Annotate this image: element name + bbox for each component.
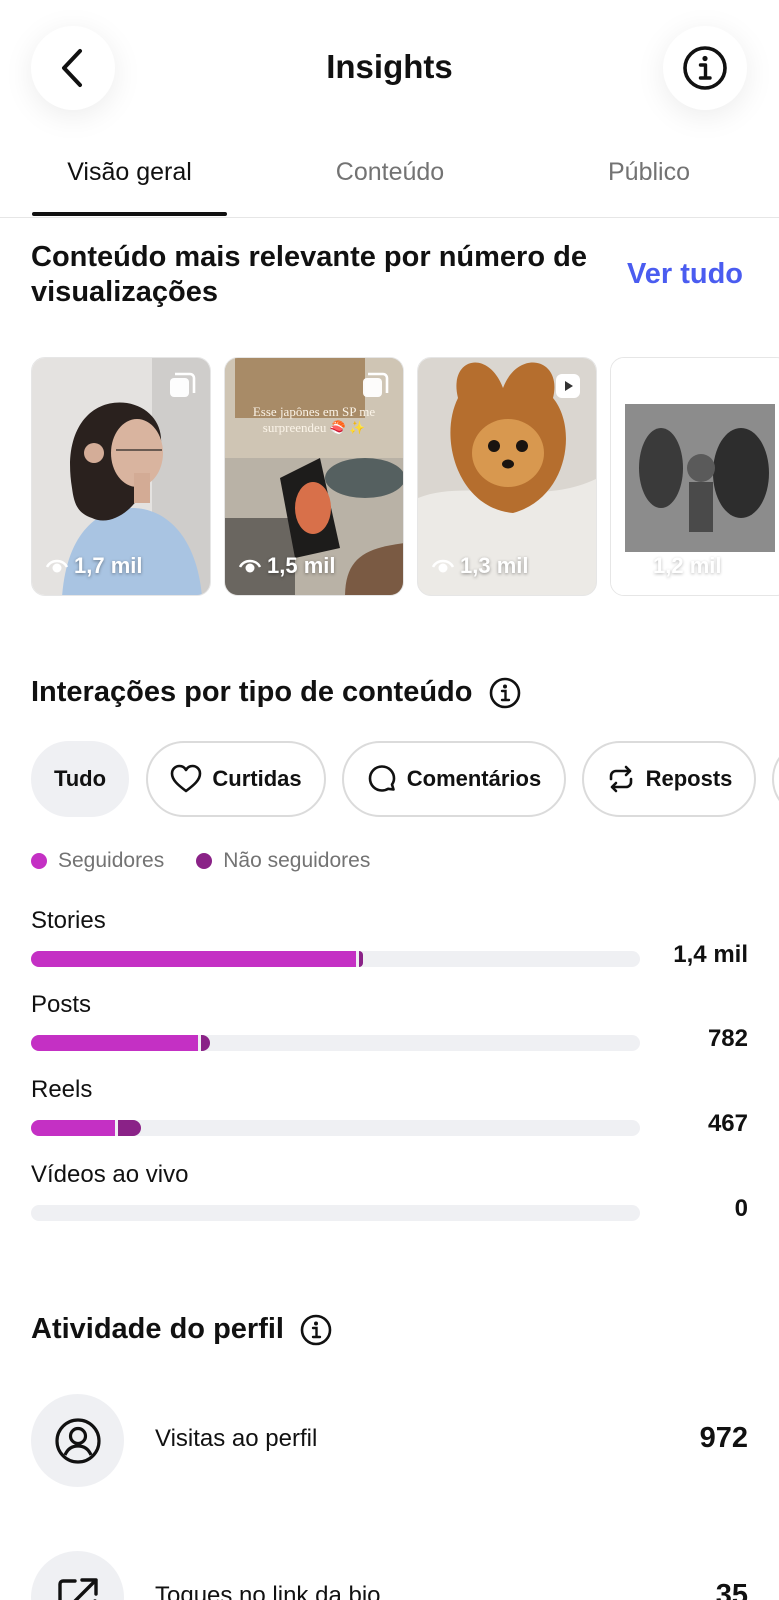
view-count: 1,2 mil — [625, 553, 721, 579]
activity-value: 972 — [699, 1422, 748, 1454]
interaction-row-reels: Reels 467 — [31, 1076, 748, 1156]
eye-icon — [625, 559, 647, 573]
profile-icon — [54, 1417, 101, 1464]
interactions-title: Interações por tipo de conteúdo — [31, 676, 521, 709]
eye-icon — [432, 559, 454, 573]
row-label: Stories — [31, 907, 106, 934]
filter-chip-likes[interactable]: Curtidas — [146, 741, 326, 817]
interaction-filters: Tudo Curtidas Comentários Reposts — [31, 741, 779, 819]
active-tab-indicator — [32, 212, 227, 216]
info-button[interactable] — [663, 26, 747, 110]
legend-item-followers: Seguidores — [31, 849, 164, 873]
bar-non-followers — [359, 951, 363, 967]
view-count: 1,3 mil — [432, 553, 528, 579]
filter-chip-reposts[interactable]: Reposts — [582, 741, 756, 817]
reel-icon — [556, 374, 580, 398]
row-label: Posts — [31, 991, 92, 1018]
heart-icon — [171, 764, 202, 793]
bar-track — [31, 1035, 640, 1051]
bar-track — [31, 1205, 640, 1221]
tab-overview[interactable]: Visão geral — [32, 158, 227, 187]
activity-row-profile-visits[interactable]: Visitas ao perfil 972 — [31, 1394, 748, 1488]
row-label: Vídeos ao vivo — [31, 1161, 189, 1188]
info-icon[interactable] — [300, 1314, 332, 1346]
row-value: 467 — [707, 1110, 748, 1137]
interaction-row-live: Vídeos ao vivo 0 — [31, 1161, 748, 1241]
activity-label: Toques no link da bio — [155, 1582, 381, 1600]
carousel-icon — [363, 372, 389, 397]
content-thumbnail[interactable]: Esse japônes em SP me surpreendeu 🍣 ✨ 1,… — [224, 357, 404, 596]
tab-bar: Visão geral Conteúdo Público — [0, 150, 779, 218]
row-label: Reels — [31, 1076, 93, 1103]
activity-row-bio-link-taps[interactable]: Toques no link da bio 35 — [31, 1551, 748, 1600]
bar-followers — [31, 951, 356, 967]
bar-non-followers — [118, 1120, 141, 1136]
comment-icon — [368, 765, 396, 792]
interaction-row-posts: Posts 782 — [31, 991, 748, 1071]
row-value: 0 — [734, 1195, 748, 1222]
view-count: 1,5 mil — [239, 553, 335, 579]
activity-icon-badge — [31, 1551, 124, 1600]
info-icon — [683, 46, 727, 90]
chart-legend: Seguidores Não seguidores — [31, 849, 402, 873]
view-count: 1,7 mil — [46, 553, 142, 579]
profile-activity-title: Atividade do perfil — [31, 1313, 332, 1346]
bar-followers — [31, 1120, 115, 1136]
filter-chip-more[interactable] — [772, 741, 779, 817]
info-icon[interactable] — [489, 677, 521, 709]
bar-track — [31, 1120, 640, 1136]
filter-chip-comments[interactable]: Comentários — [342, 741, 566, 817]
content-thumbnail[interactable]: 1,3 mil — [417, 357, 597, 596]
filter-chip-all[interactable]: Tudo — [31, 741, 129, 817]
repost-icon — [609, 765, 632, 793]
see-all-link[interactable]: Ver tudo — [627, 258, 743, 291]
row-value: 782 — [707, 1025, 748, 1052]
top-content-title: Conteúdo mais relevante por número de vi… — [31, 241, 587, 308]
bar-track — [31, 951, 640, 967]
activity-value: 35 — [715, 1579, 748, 1600]
header: Insights — [0, 0, 779, 140]
row-value: 1,4 mil — [673, 941, 748, 968]
carousel-icon — [170, 372, 196, 397]
bar-followers — [31, 1035, 198, 1051]
post-caption: Esse japônes em SP me surpreendeu 🍣 ✨ — [252, 404, 376, 435]
bar-non-followers — [201, 1035, 210, 1051]
activity-label: Visitas ao perfil — [155, 1425, 318, 1452]
tab-content[interactable]: Conteúdo — [290, 158, 490, 187]
interaction-row-stories: Stories 1,4 mil — [31, 907, 748, 987]
activity-icon-badge — [31, 1394, 124, 1487]
legend-item-non-followers: Não seguidores — [196, 849, 370, 873]
eye-icon — [239, 559, 261, 573]
tab-audience[interactable]: Público — [549, 158, 749, 187]
external-link-icon — [57, 1577, 98, 1600]
legend-dot — [196, 853, 213, 869]
legend-dot — [31, 853, 47, 869]
content-thumbnail[interactable]: 1,2 mil — [610, 357, 779, 596]
content-thumbnail[interactable]: 1,7 mil — [31, 357, 211, 596]
eye-icon — [46, 559, 68, 573]
top-content-carousel[interactable]: 1,7 mil Esse japônes em SP me surpreende… — [31, 357, 779, 597]
